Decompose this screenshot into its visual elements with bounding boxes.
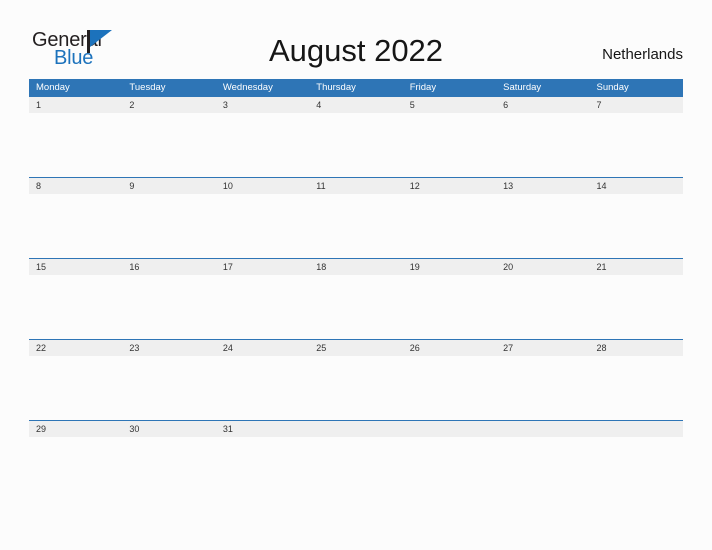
weekday-header-saturday: Saturday [503, 82, 542, 93]
day-cell[interactable]: 28 [590, 340, 683, 356]
date-band: 1 2 3 4 5 6 7 [29, 97, 683, 113]
day-cell[interactable]: 12 [403, 178, 496, 194]
day-cell[interactable]: 15 [29, 259, 122, 275]
weekday-header-tuesday: Tuesday [129, 82, 166, 93]
week-body [29, 194, 683, 258]
weekday-header-row: Monday Tuesday Wednesday Thursday Friday… [29, 79, 683, 96]
week-row: 1 2 3 4 5 6 7 [29, 96, 683, 177]
day-cell[interactable]: 1 [29, 97, 122, 113]
day-cell[interactable]: 27 [496, 340, 589, 356]
calendar-grid: Monday Tuesday Wednesday Thursday Friday… [29, 79, 683, 501]
day-cell[interactable]: 9 [122, 178, 215, 194]
week-body [29, 356, 683, 420]
day-cell[interactable]: 21 [590, 259, 683, 275]
weekday-header-monday: Monday [36, 82, 70, 93]
weekday-header-friday: Friday [409, 82, 437, 93]
date-band: 15 16 17 18 19 20 21 [29, 259, 683, 275]
day-cell[interactable]: 7 [590, 97, 683, 113]
week-row: 15 16 17 18 19 20 21 [29, 258, 683, 339]
day-cell[interactable]: 5 [403, 97, 496, 113]
day-cell[interactable]: 23 [122, 340, 215, 356]
page-header: General Blue August 2022 Netherlands [0, 0, 712, 79]
week-row: 22 23 24 25 26 27 28 [29, 339, 683, 420]
weekday-header-wednesday: Wednesday [222, 82, 273, 93]
day-cell[interactable]: 14 [590, 178, 683, 194]
day-cell[interactable]: 18 [309, 259, 402, 275]
day-cell[interactable]: 19 [403, 259, 496, 275]
day-cell[interactable]: 6 [496, 97, 589, 113]
day-cell[interactable]: 31 [216, 421, 309, 437]
day-cell-empty [403, 421, 496, 437]
day-cell[interactable]: 8 [29, 178, 122, 194]
week-body [29, 275, 683, 339]
day-cell[interactable]: 20 [496, 259, 589, 275]
day-cell-empty [496, 421, 589, 437]
day-cell[interactable]: 22 [29, 340, 122, 356]
day-cell[interactable]: 17 [216, 259, 309, 275]
week-row: 8 9 10 11 12 13 14 [29, 177, 683, 258]
weekday-header-thursday: Thursday [316, 82, 356, 93]
day-cell[interactable]: 25 [309, 340, 402, 356]
week-body [29, 113, 683, 177]
day-cell[interactable]: 29 [29, 421, 122, 437]
day-cell[interactable]: 4 [309, 97, 402, 113]
day-cell[interactable]: 24 [216, 340, 309, 356]
week-body [29, 437, 683, 501]
weekday-header-sunday: Sunday [596, 82, 629, 93]
week-row: 29 30 31 [29, 420, 683, 501]
day-cell[interactable]: 16 [122, 259, 215, 275]
day-cell[interactable]: 11 [309, 178, 402, 194]
day-cell[interactable]: 3 [216, 97, 309, 113]
day-cell[interactable]: 30 [122, 421, 215, 437]
day-cell[interactable]: 26 [403, 340, 496, 356]
date-band: 29 30 31 [29, 421, 683, 437]
date-band: 8 9 10 11 12 13 14 [29, 178, 683, 194]
country-label: Netherlands [602, 46, 683, 63]
day-cell-empty [309, 421, 402, 437]
day-cell[interactable]: 13 [496, 178, 589, 194]
day-cell[interactable]: 2 [122, 97, 215, 113]
day-cell[interactable]: 10 [216, 178, 309, 194]
date-band: 22 23 24 25 26 27 28 [29, 340, 683, 356]
day-cell-empty [590, 421, 683, 437]
